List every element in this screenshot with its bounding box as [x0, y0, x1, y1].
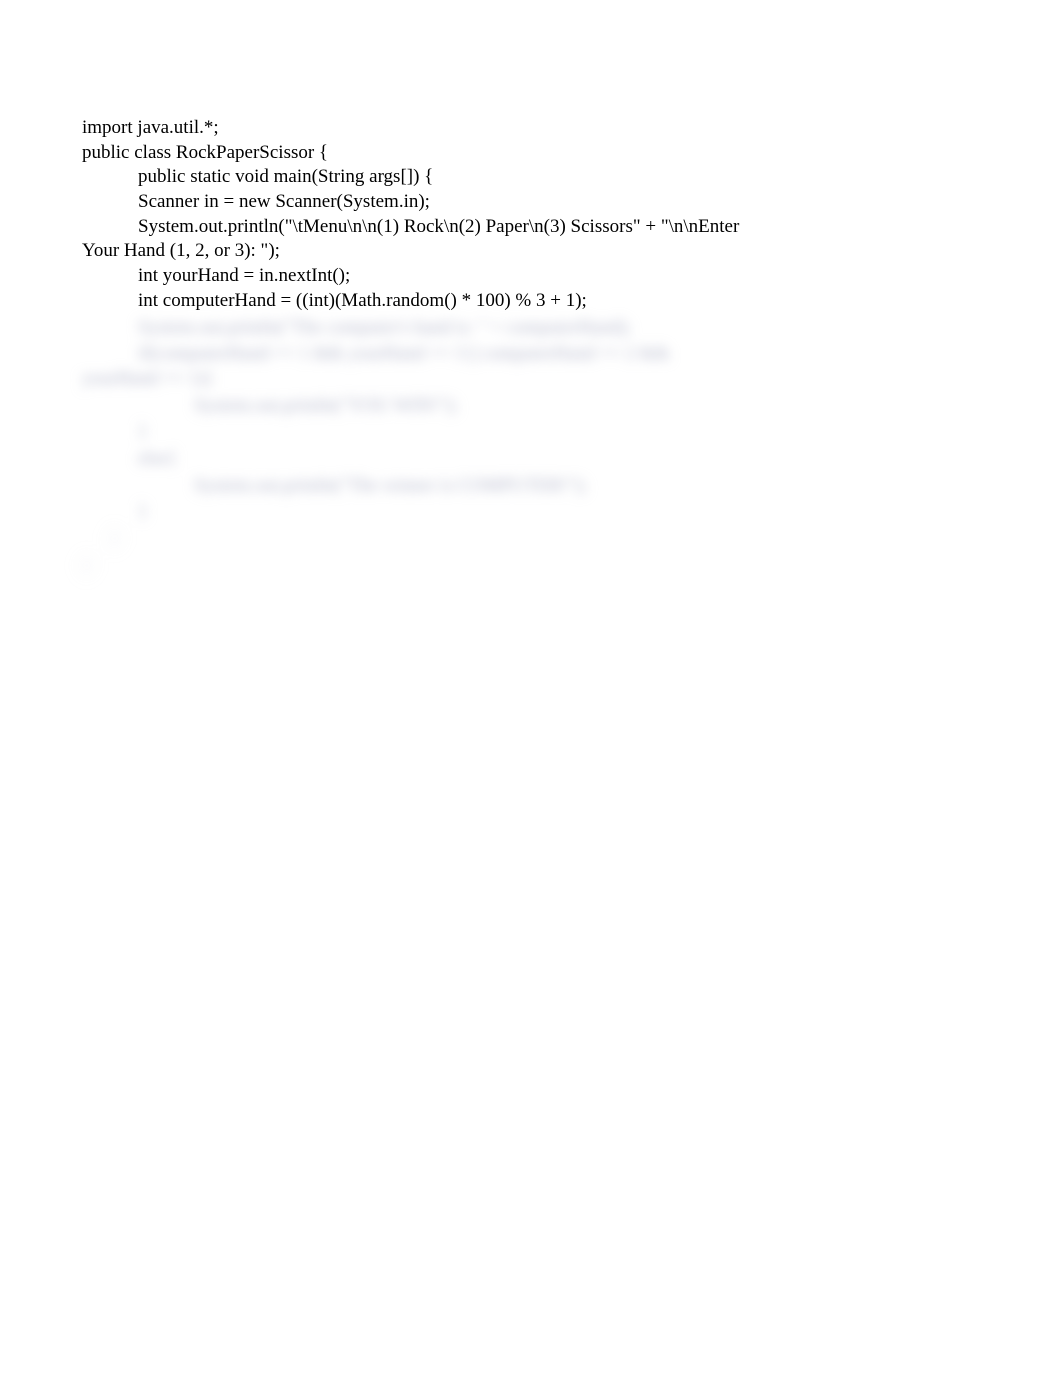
obscured-code-block: System.out.println("The computer's hand … [82, 316, 980, 579]
code-line-5: System.out.println("\tMenu\n\n(1) Rock\n… [82, 215, 980, 264]
code-block: import java.util.*; public class RockPap… [82, 116, 980, 578]
code-line-1: import java.util.*; [82, 116, 980, 141]
blur-line-7: } [82, 500, 980, 525]
blur-line-5: else{ [82, 447, 980, 472]
code-line-7: int computerHand = ((int)(Math.random() … [82, 289, 980, 314]
code-line-2: public class RockPaperScissor { [82, 141, 980, 166]
blur-line-3: System.out.println("YOU WIN!"); [82, 394, 980, 419]
blur-line-9: } [82, 554, 980, 579]
blur-line-2: if(computerHand == 1 && yourHand == 3 ||… [82, 342, 980, 391]
blur-line-6: System.out.println("The winner is COMPUT… [82, 474, 980, 499]
blur-line-8: } [82, 527, 980, 552]
blur-line-1: System.out.println("The computer's hand … [82, 316, 980, 341]
blur-line-4: } [82, 420, 980, 445]
code-line-3: public static void main(String args[]) { [82, 165, 980, 190]
code-line-4: Scanner in = new Scanner(System.in); [82, 190, 980, 215]
code-line-6: int yourHand = in.nextInt(); [82, 264, 980, 289]
